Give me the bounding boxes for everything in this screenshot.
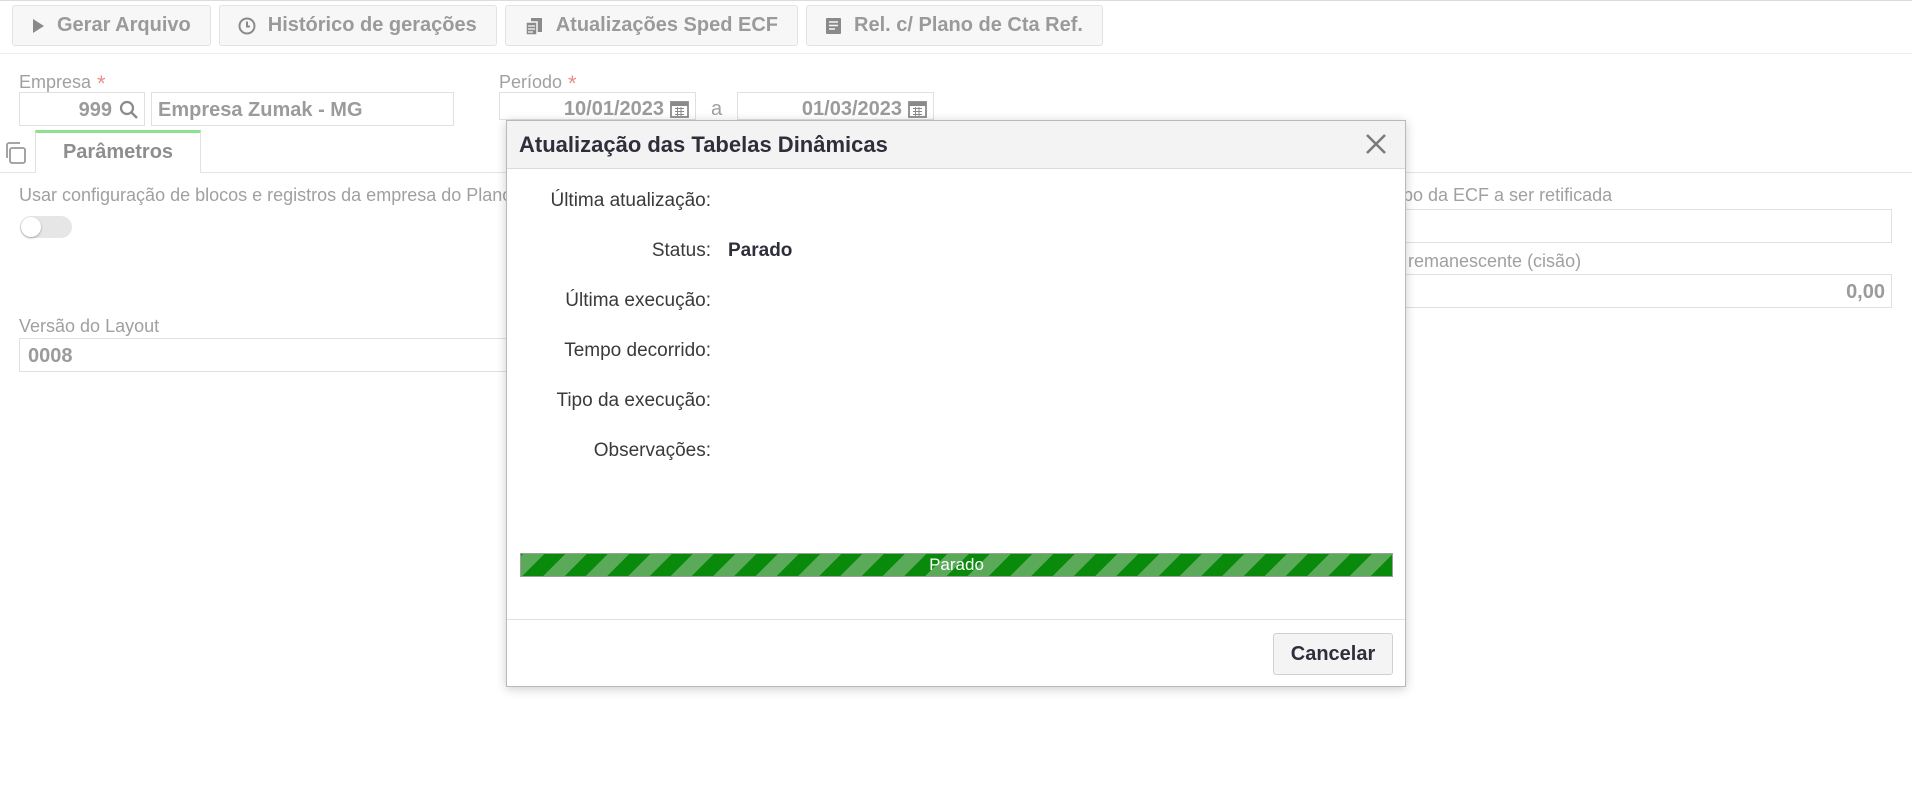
rel-plano-cta-ref-button[interactable]: Rel. c/ Plano de Cta Ref. [806,5,1103,46]
copy-icon[interactable] [3,141,27,165]
historico-geracoes-label: Histórico de gerações [267,14,477,36]
historico-geracoes-button[interactable]: Histórico de gerações [218,5,497,46]
periodo-separator: a [711,98,723,120]
status-label: Status: [651,240,711,261]
atualizacoes-sped-ecf-button[interactable]: Atualizações Sped ECF [504,5,798,46]
tipo-execucao-label: Tipo da execução: [556,390,711,411]
versao-layout-value: 0008 [28,345,73,367]
update-dialog: Atualização das Tabelas Dinâmicas Última… [506,120,1406,687]
gerar-arquivo-button[interactable]: Gerar Arquivo [12,5,211,46]
status-value: Parado [728,240,793,261]
atualizacoes-sped-ecf-label: Atualizações Sped ECF [555,14,778,36]
tab-parametros[interactable]: Parâmetros [35,130,201,173]
toolbar: Gerar Arquivo Histórico de gerações Atua… [12,5,1103,48]
toggle-knob [21,217,41,237]
empresa-label-text: Empresa [19,72,92,92]
dialog-title: Atualização das Tabelas Dinâmicas [519,132,888,157]
clock-icon [238,17,256,34]
calendar-icon[interactable] [908,99,927,118]
periodo-start-value: 10/01/2023 [563,98,664,120]
empresa-code-field[interactable]: 999 [19,92,145,126]
periodo-label: Período * [499,68,577,96]
periodo-end-value: 01/03/2023 [801,98,902,120]
versao-layout-label: Versão do Layout [19,316,160,336]
empresa-label: Empresa * [19,68,106,96]
report-icon [826,17,841,34]
dialog-footer-divider [507,619,1405,620]
play-icon [33,18,44,33]
dialog-header: Atualização das Tabelas Dinâmicas [507,121,1405,169]
periodo-start-field[interactable]: 10/01/2023 [499,92,696,120]
versao-layout-field[interactable]: 0008 [19,338,519,372]
remanescente-value: 0,00 [1846,281,1885,303]
rel-plano-cta-ref-label: Rel. c/ Plano de Cta Ref. [854,14,1083,36]
close-icon[interactable] [1363,131,1389,157]
ultima-execucao-label: Última execução: [565,290,711,311]
progress-bar: Parado [520,553,1393,577]
ultima-atualizacao-label: Última atualização: [550,190,711,211]
update-documents-icon [524,17,542,36]
empresa-name-field[interactable]: Empresa Zumak - MG [151,92,454,126]
empresa-name-value: Empresa Zumak - MG [158,99,363,121]
remanescente-field[interactable]: 0,00 [1390,274,1892,308]
gerar-arquivo-label: Gerar Arquivo [57,14,191,36]
empresa-code-value: 999 [78,99,112,121]
search-icon[interactable] [119,100,139,120]
periodo-label-text: Período [499,72,563,92]
progress-text: Parado [929,555,984,574]
tempo-decorrido-label: Tempo decorrido: [564,340,711,361]
cancel-button[interactable]: Cancelar [1273,633,1393,675]
usar-config-label: Usar configuração de blocos e registros … [19,185,513,205]
periodo-end-field[interactable]: 01/03/2023 [737,92,934,120]
usar-config-toggle[interactable] [20,216,72,238]
top-border [0,0,1912,1]
toolbar-divider [0,53,1912,54]
calendar-icon[interactable] [670,99,689,118]
observacoes-label: Observações: [593,440,711,461]
recibo-ecf-label: cibo da ECF a ser retificada [1390,185,1613,205]
recibo-ecf-field[interactable] [1390,209,1892,243]
remanescente-label: remanescente (cisão) [1408,251,1582,271]
